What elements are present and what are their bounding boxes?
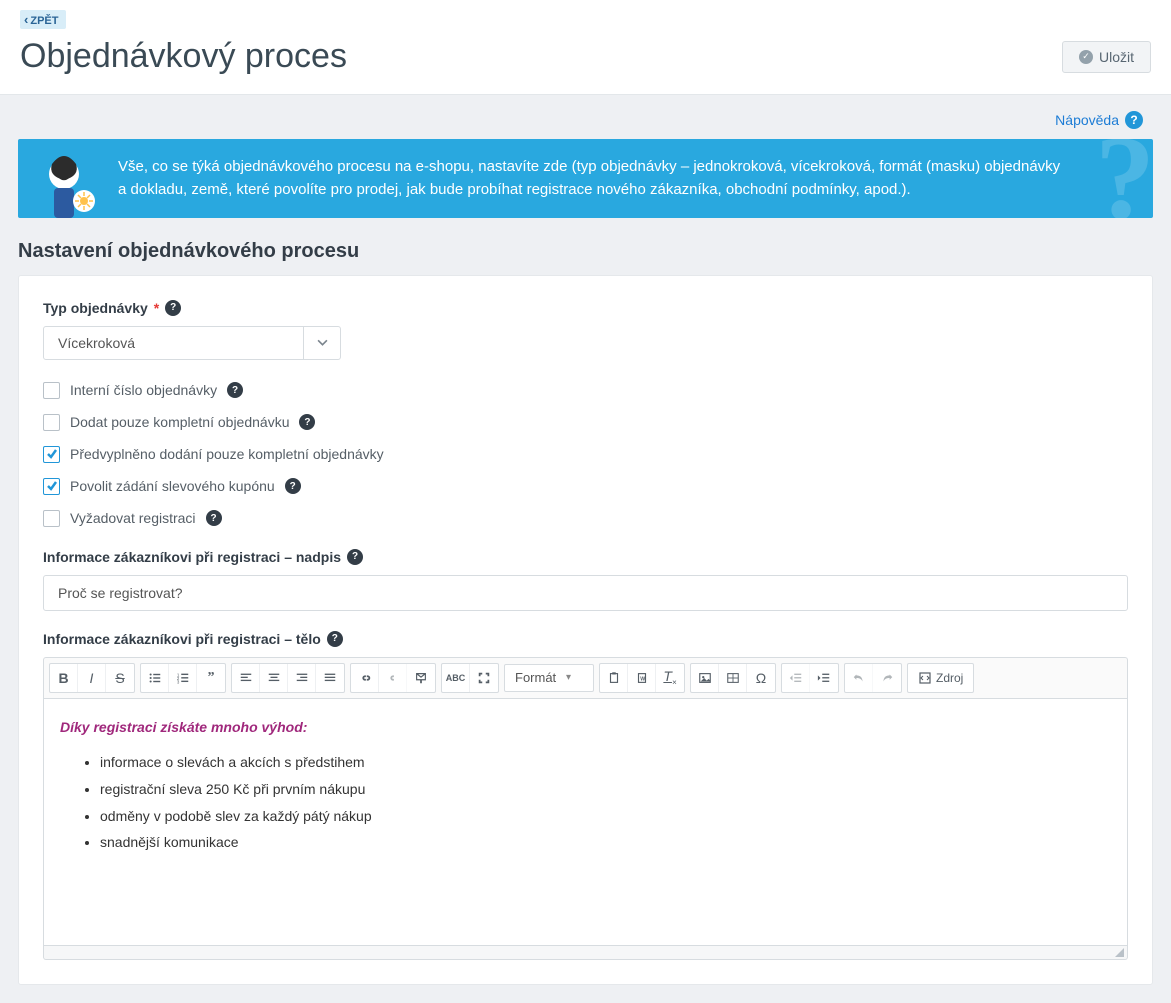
reg-heading-input[interactable]: [43, 575, 1128, 611]
check-circle-icon: ✓: [1079, 50, 1093, 64]
checkbox-complete-only-label: Dodat pouze kompletní objednávku: [70, 414, 289, 430]
order-type-label: Typ objednávky * ?: [43, 300, 1128, 316]
spellcheck-button[interactable]: ABC: [442, 664, 470, 692]
outdent-button[interactable]: [782, 664, 810, 692]
unlink-button[interactable]: [379, 664, 407, 692]
checkbox-require-reg[interactable]: [43, 510, 60, 527]
required-indicator: *: [154, 300, 159, 316]
special-char-button[interactable]: Ω: [747, 664, 775, 692]
svg-text:W: W: [640, 676, 645, 682]
numbered-list-button[interactable]: 123: [169, 664, 197, 692]
italic-button[interactable]: I: [78, 664, 106, 692]
hint-icon[interactable]: ?: [285, 478, 301, 494]
align-justify-button[interactable]: [316, 664, 344, 692]
checkbox-prefill-complete[interactable]: [43, 446, 60, 463]
editor-intro: Díky registraci získáte mnoho výhod:: [60, 717, 1111, 739]
help-link-label: Nápověda: [1055, 112, 1119, 128]
order-type-select-value[interactable]: Vícekroková: [43, 326, 341, 360]
back-link[interactable]: ZPĚT: [20, 10, 66, 29]
bullet-list-button[interactable]: [141, 664, 169, 692]
checkbox-require-reg-label: Vyžadovat registraci: [70, 510, 196, 526]
paste-word-button[interactable]: W: [628, 664, 656, 692]
reg-heading-label: Informace zákazníkovi při registraci – n…: [43, 549, 1128, 565]
editor-content[interactable]: Díky registraci získáte mnoho výhod: inf…: [43, 698, 1128, 946]
assistant-avatar-icon: [26, 146, 102, 218]
source-button[interactable]: Zdroj: [908, 664, 973, 692]
list-item: snadnější komunikace: [100, 832, 1111, 854]
reg-body-label: Informace zákazníkovi při registraci – t…: [43, 631, 1128, 647]
info-banner-text: Vše, co se týká objednávkového procesu n…: [118, 158, 1060, 198]
checkbox-allow-coupon-label: Povolit zádání slevového kupónu: [70, 478, 275, 494]
list-item: informace o slevách a akcích s předstihe…: [100, 752, 1111, 774]
anchor-button[interactable]: [407, 664, 435, 692]
align-right-button[interactable]: [288, 664, 316, 692]
undo-button[interactable]: [845, 664, 873, 692]
checkbox-internal-number-label: Interní číslo objednávky: [70, 382, 217, 398]
hint-icon[interactable]: ?: [206, 510, 222, 526]
table-button[interactable]: [719, 664, 747, 692]
checkbox-allow-coupon[interactable]: [43, 478, 60, 495]
align-center-button[interactable]: [260, 664, 288, 692]
hint-icon[interactable]: ?: [327, 631, 343, 647]
redo-button[interactable]: [873, 664, 901, 692]
image-button[interactable]: [691, 664, 719, 692]
fullscreen-button[interactable]: [470, 664, 498, 692]
page-title: Objednávkový proces: [20, 37, 347, 76]
editor-resize-handle[interactable]: [43, 946, 1128, 960]
question-mark-watermark-icon: ?: [1095, 139, 1153, 218]
save-button-label: Uložit: [1099, 49, 1134, 65]
info-banner: Vše, co se týká objednávkového procesu n…: [18, 139, 1153, 218]
section-title: Nastavení objednávkového procesu: [18, 240, 1171, 263]
list-item: odměny v podobě slev za každý pátý nákup: [100, 806, 1111, 828]
hint-icon[interactable]: ?: [347, 549, 363, 565]
settings-card: Typ objednávky * ? Vícekroková Interní č…: [18, 275, 1153, 985]
save-button[interactable]: ✓ Uložit: [1062, 41, 1151, 73]
hint-icon[interactable]: ?: [227, 382, 243, 398]
editor-toolbar: B I S 123 ” ABC: [43, 657, 1128, 698]
link-button[interactable]: [351, 664, 379, 692]
hint-icon[interactable]: ?: [299, 414, 315, 430]
help-icon: ?: [1125, 111, 1143, 129]
quote-button[interactable]: ”: [197, 664, 225, 692]
format-select[interactable]: Formát: [504, 664, 594, 692]
checkbox-internal-number[interactable]: [43, 382, 60, 399]
help-link[interactable]: Nápověda ?: [1055, 111, 1143, 129]
paste-button[interactable]: [600, 664, 628, 692]
align-left-button[interactable]: [232, 664, 260, 692]
list-item: registrační sleva 250 Kč při prvním náku…: [100, 779, 1111, 801]
checkbox-prefill-complete-label: Předvyplněno dodání pouze kompletní obje…: [70, 446, 384, 462]
bold-button[interactable]: B: [50, 664, 78, 692]
svg-text:3: 3: [176, 679, 179, 684]
indent-button[interactable]: [810, 664, 838, 692]
strike-button[interactable]: S: [106, 664, 134, 692]
checkbox-complete-only[interactable]: [43, 414, 60, 431]
order-type-select[interactable]: Vícekroková: [43, 326, 341, 360]
chevron-down-icon: [303, 326, 341, 360]
hint-icon[interactable]: ?: [165, 300, 181, 316]
remove-format-button[interactable]: T×: [656, 664, 684, 692]
